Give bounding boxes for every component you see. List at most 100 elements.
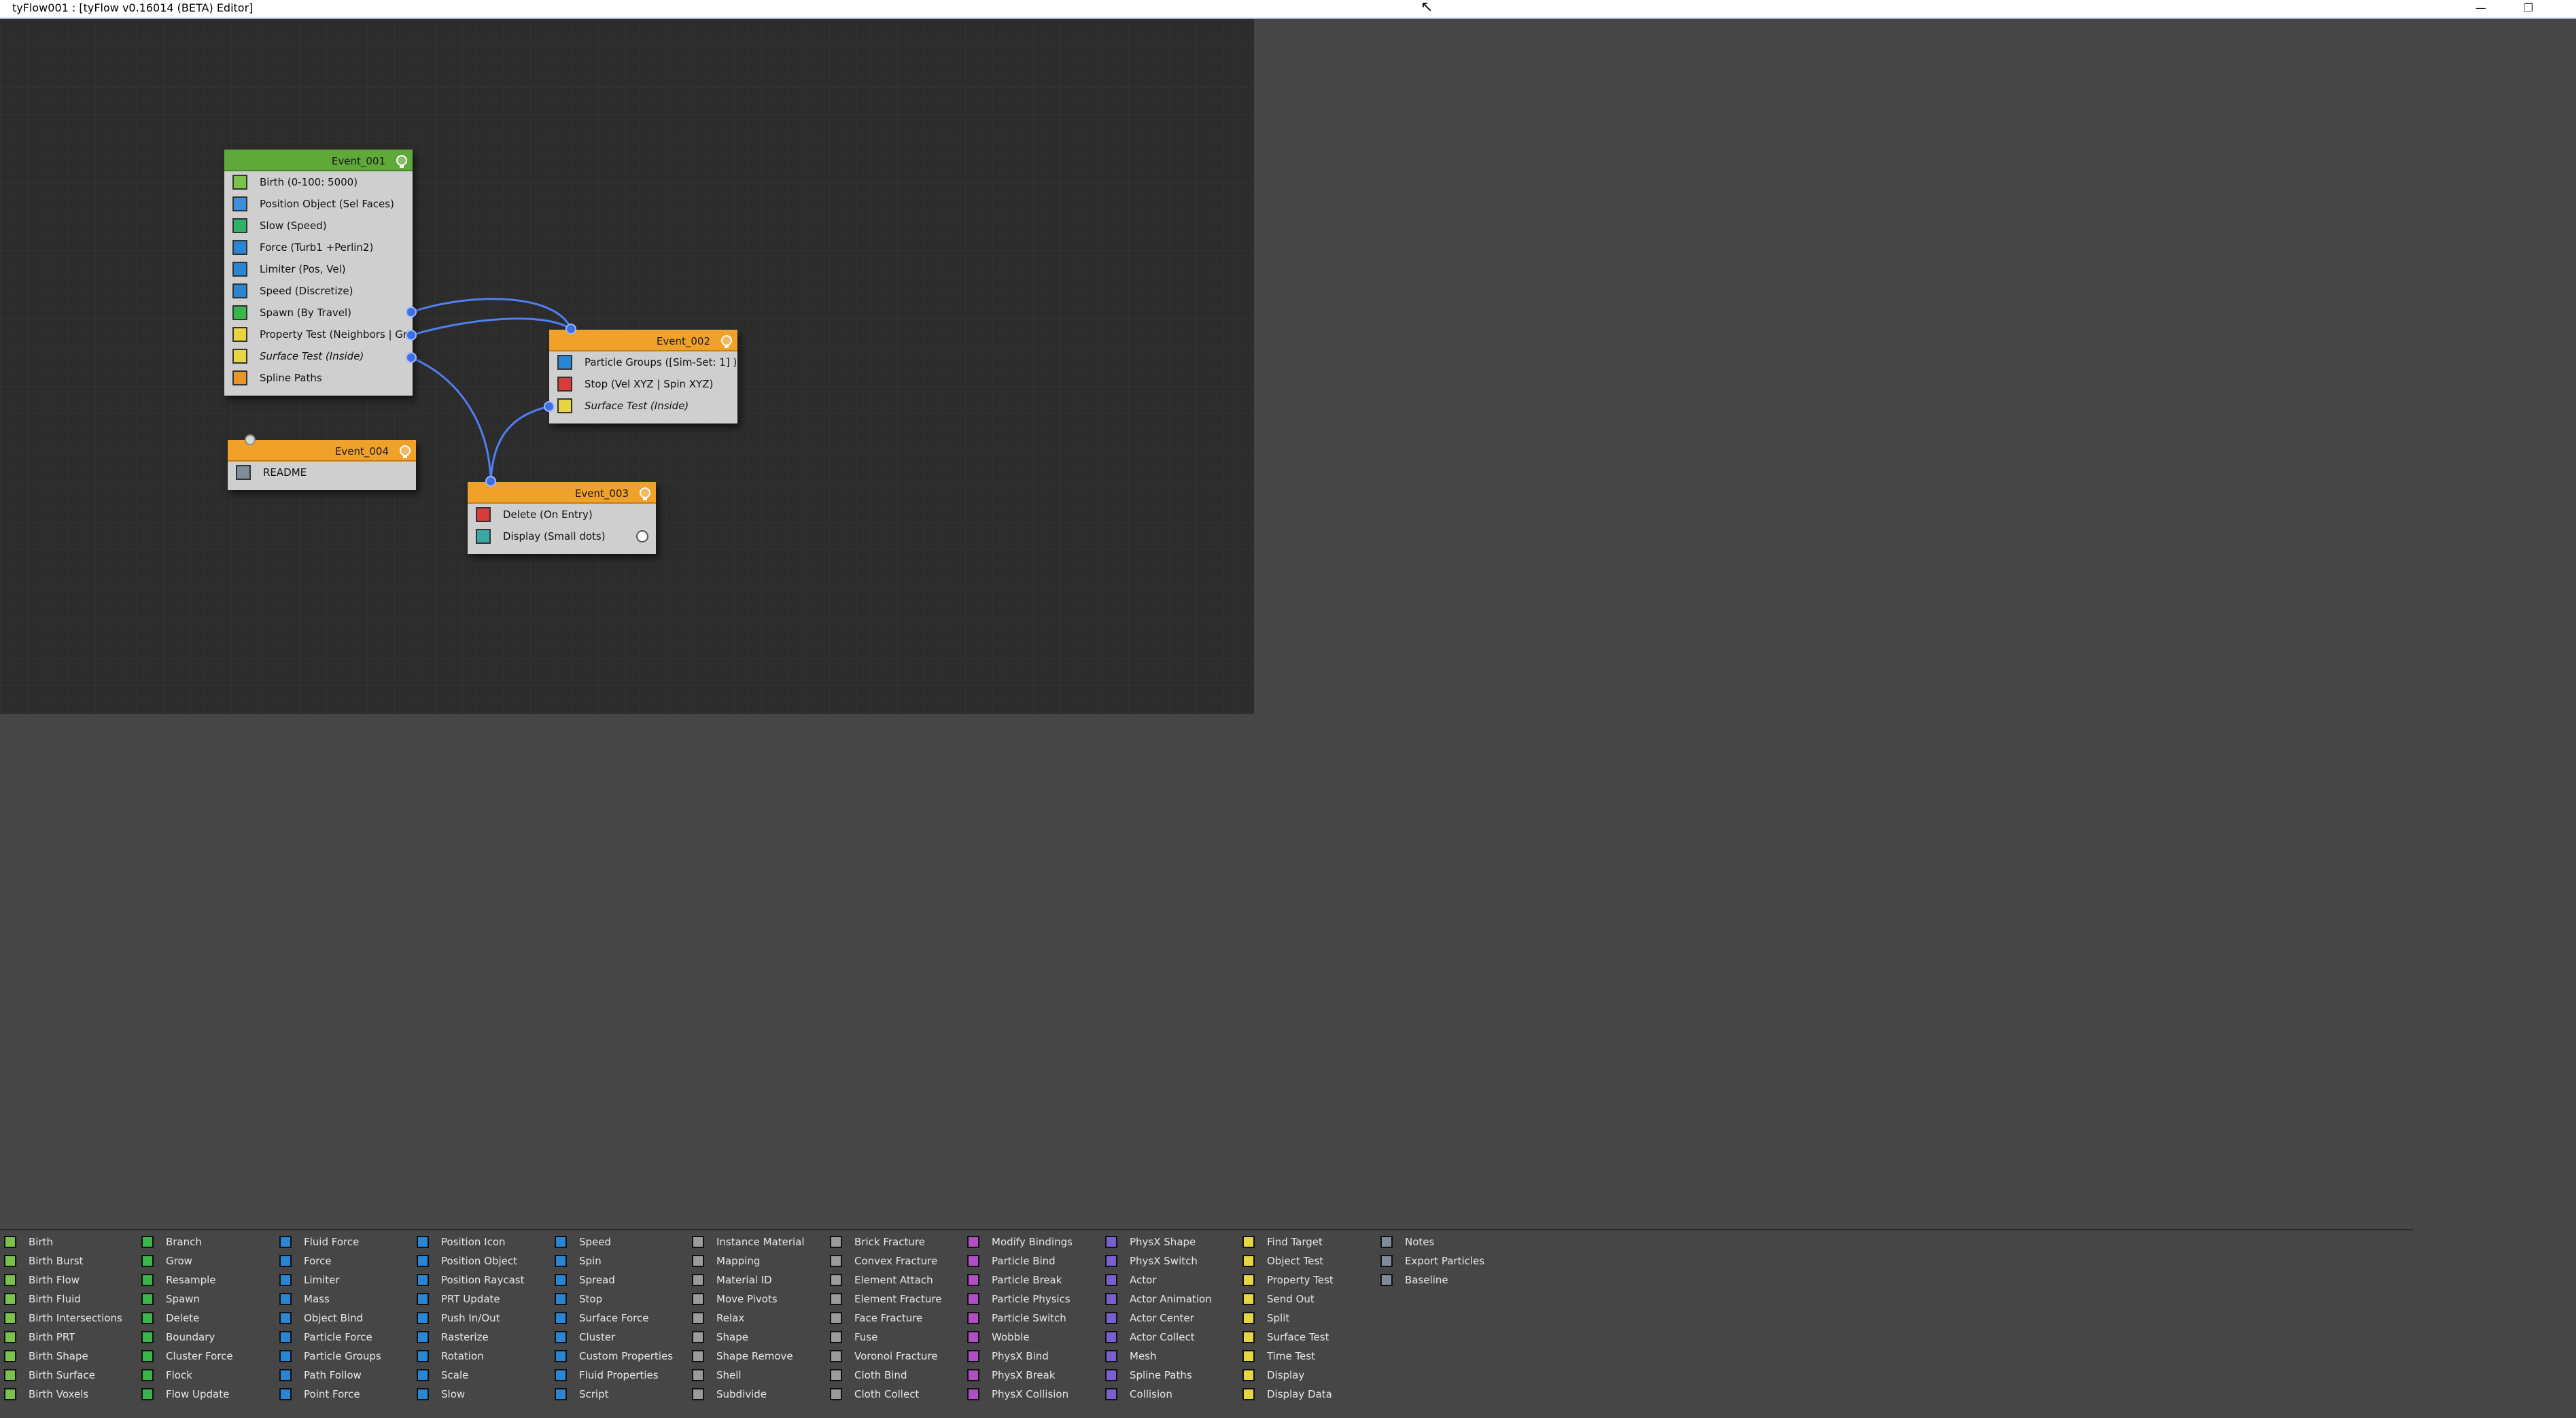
palette-item[interactable]: Actor Animation	[1101, 1290, 1237, 1309]
palette-item[interactable]: Birth Fluid	[0, 1290, 136, 1309]
palette-item[interactable]: Notes	[1376, 1232, 1512, 1251]
palette-item[interactable]: Stop	[551, 1290, 686, 1309]
operator-row[interactable]: Position Object (Sel Faces)	[224, 193, 413, 215]
palette-item[interactable]: Speed	[551, 1232, 686, 1251]
operator-row[interactable]: Stop (Vel XYZ | Spin XYZ)	[549, 373, 737, 395]
palette-item[interactable]: Fluid Properties	[551, 1366, 686, 1385]
palette-item[interactable]: Property Test	[1238, 1270, 1374, 1290]
output-port-property-test[interactable]	[406, 330, 417, 341]
palette-item[interactable]: Spread	[551, 1270, 686, 1290]
palette-item[interactable]: Brick Fracture	[826, 1232, 962, 1251]
event-node-003[interactable]: Event_003 Delete (On Entry) Display (Smal…	[468, 482, 656, 554]
lightbulb-icon[interactable]	[640, 487, 650, 500]
palette-item[interactable]: Object Bind	[275, 1309, 411, 1328]
palette-item[interactable]: Face Fracture	[826, 1309, 962, 1328]
palette-item[interactable]: Instance Material	[688, 1232, 824, 1251]
palette-item[interactable]: PhysX Break	[963, 1366, 1099, 1385]
event-header[interactable]: Event_002	[549, 330, 737, 351]
palette-item[interactable]: Birth Intersections	[0, 1309, 136, 1328]
palette-item[interactable]: Time Test	[1238, 1347, 1374, 1366]
lightbulb-icon[interactable]	[396, 155, 407, 168]
palette-item[interactable]: Cloth Collect	[826, 1385, 962, 1404]
palette-item[interactable]: Cluster	[551, 1328, 686, 1347]
palette-item[interactable]: Point Force	[275, 1385, 411, 1404]
palette-item[interactable]: Display Data	[1238, 1385, 1374, 1404]
palette-item[interactable]: Flow Update	[137, 1385, 273, 1404]
palette-item[interactable]: Position Icon	[413, 1232, 549, 1251]
event-header[interactable]: Event_004	[228, 440, 416, 462]
palette-item[interactable]: Rasterize	[413, 1328, 549, 1347]
palette-item[interactable]: PhysX Shape	[1101, 1232, 1237, 1251]
palette-item[interactable]: PRT Update	[413, 1290, 549, 1309]
operator-row[interactable]: Surface Test (Inside)	[549, 395, 737, 417]
flow-graph-canvas[interactable]: Event_001 Birth (0-100: 5000) Position Ob…	[0, 19, 1254, 714]
palette-item[interactable]: Export Particles	[1376, 1251, 1512, 1270]
palette-item[interactable]: Wobble	[963, 1328, 1099, 1347]
palette-item[interactable]: Element Attach	[826, 1270, 962, 1290]
event-node-004[interactable]: Event_004 README	[228, 440, 416, 490]
operator-row[interactable]: Birth (0-100: 5000)	[224, 171, 413, 193]
palette-item[interactable]: Shape	[688, 1328, 824, 1347]
lightbulb-icon[interactable]	[721, 335, 732, 348]
palette-item[interactable]: Cloth Bind	[826, 1366, 962, 1385]
palette-item[interactable]: Particle Force	[275, 1328, 411, 1347]
event-header[interactable]: Event_003	[468, 482, 656, 504]
palette-item[interactable]: Voronoi Fracture	[826, 1347, 962, 1366]
palette-item[interactable]: Spin	[551, 1251, 686, 1270]
operator-row[interactable]: Surface Test (Inside)	[224, 345, 413, 367]
palette-item[interactable]: Shape Remove	[688, 1347, 824, 1366]
palette-item[interactable]: Fluid Force	[275, 1232, 411, 1251]
palette-item[interactable]: Move Pivots	[688, 1290, 824, 1309]
operator-row[interactable]: Particle Groups ([Sim-Set: 1] )	[549, 351, 737, 373]
palette-item[interactable]: Limiter	[275, 1270, 411, 1290]
palette-item[interactable]: Birth Voxels	[0, 1385, 136, 1404]
restore-button[interactable]: ❐	[2511, 0, 2545, 16]
palette-item[interactable]: Resample	[137, 1270, 273, 1290]
palette-item[interactable]: Spline Paths	[1101, 1366, 1237, 1385]
palette-item[interactable]: Surface Test	[1238, 1328, 1374, 1347]
lightbulb-icon[interactable]	[400, 445, 411, 458]
palette-item[interactable]: Birth Shape	[0, 1347, 136, 1366]
palette-item[interactable]: Modify Bindings	[963, 1232, 1099, 1251]
palette-item[interactable]: Boundary	[137, 1328, 273, 1347]
palette-item[interactable]: Spawn	[137, 1290, 273, 1309]
operator-row[interactable]: Property Test (Neighbors | Gr...	[224, 324, 413, 345]
operator-row[interactable]: Limiter (Pos, Vel)	[224, 258, 413, 280]
event-node-001[interactable]: Event_001 Birth (0-100: 5000) Position Ob…	[224, 150, 413, 396]
palette-item[interactable]: Mapping	[688, 1251, 824, 1270]
palette-item[interactable]: Find Target	[1238, 1232, 1374, 1251]
palette-item[interactable]: Split	[1238, 1309, 1374, 1328]
palette-item[interactable]: Grow	[137, 1251, 273, 1270]
operator-row[interactable]: Spline Paths	[224, 367, 413, 389]
palette-item[interactable]: Collision	[1101, 1385, 1237, 1404]
palette-item[interactable]: Convex Fracture	[826, 1251, 962, 1270]
palette-item[interactable]: Send Out	[1238, 1290, 1374, 1309]
palette-item[interactable]: Particle Switch	[963, 1309, 1099, 1328]
palette-item[interactable]: Subdivide	[688, 1385, 824, 1404]
palette-item[interactable]: Rotation	[413, 1347, 549, 1366]
output-port-surface-test[interactable]	[406, 352, 417, 363]
palette-item[interactable]: Shell	[688, 1366, 824, 1385]
palette-item[interactable]: Fuse	[826, 1328, 962, 1347]
palette-item[interactable]: Actor Collect	[1101, 1328, 1237, 1347]
input-port-event-002[interactable]	[565, 324, 576, 334]
palette-item[interactable]: Object Test	[1238, 1251, 1374, 1270]
palette-item[interactable]: Particle Physics	[963, 1290, 1099, 1309]
operator-row[interactable]: README	[228, 462, 416, 483]
palette-item[interactable]: Cluster Force	[137, 1347, 273, 1366]
operator-row[interactable]: Slow (Speed)	[224, 215, 413, 237]
palette-item[interactable]: Mass	[275, 1290, 411, 1309]
event-header[interactable]: Event_001	[224, 150, 413, 171]
palette-item[interactable]: Force	[275, 1251, 411, 1270]
palette-item[interactable]: Script	[551, 1385, 686, 1404]
palette-item[interactable]: Surface Force	[551, 1309, 686, 1328]
minimize-button[interactable]: —	[2464, 0, 2498, 16]
operator-row[interactable]: Speed (Discretize)	[224, 280, 413, 302]
palette-item[interactable]: Position Raycast	[413, 1270, 549, 1290]
palette-item[interactable]: Birth PRT	[0, 1328, 136, 1347]
palette-item[interactable]: Position Object	[413, 1251, 549, 1270]
palette-item[interactable]: PhysX Switch	[1101, 1251, 1237, 1270]
palette-item[interactable]: Material ID	[688, 1270, 824, 1290]
palette-item[interactable]: Baseline	[1376, 1270, 1512, 1290]
operator-row[interactable]: Force (Turb1 +Perlin2)	[224, 237, 413, 258]
